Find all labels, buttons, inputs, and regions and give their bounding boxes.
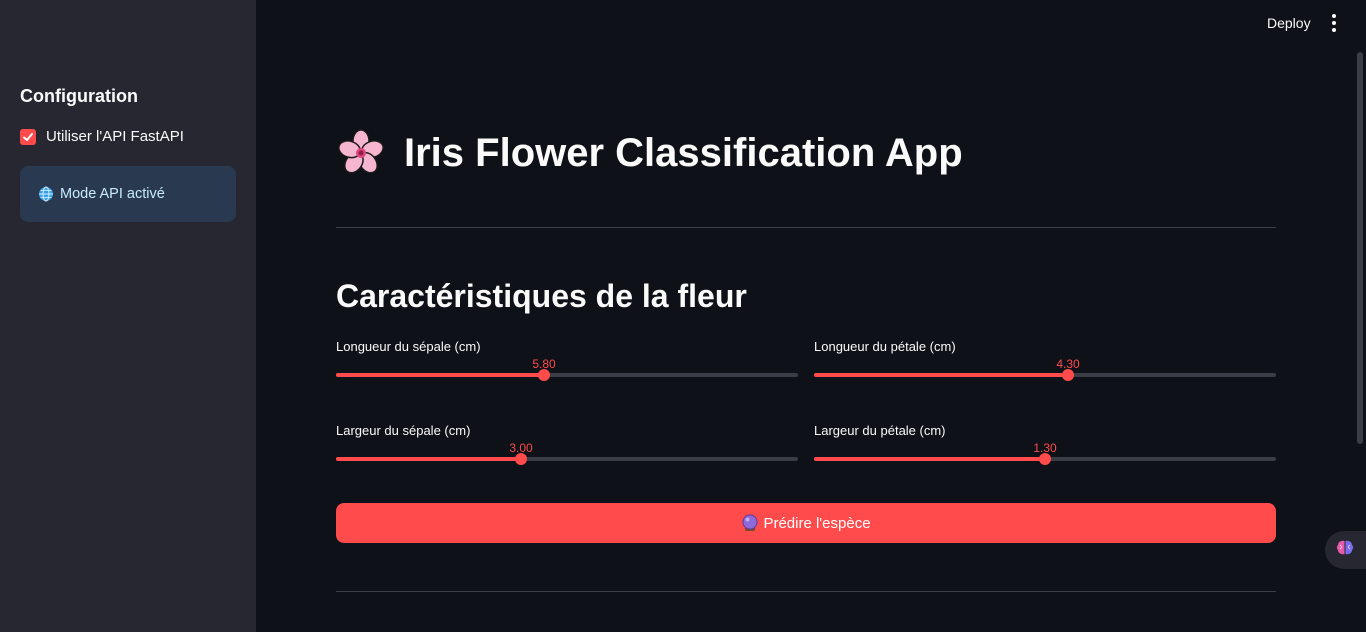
petal-length-slider[interactable]: Longueur du pétale (cm) 4.30 <box>814 339 1276 399</box>
sepal-length-slider[interactable]: Longueur du sépale (cm) 5.80 <box>336 339 798 399</box>
crystal-ball-icon <box>741 514 759 532</box>
slider-track[interactable] <box>336 453 798 465</box>
api-checkbox[interactable] <box>20 128 36 145</box>
more-vertical-icon[interactable] <box>1326 14 1342 32</box>
slider-label: Largeur du sépale (cm) <box>336 423 471 438</box>
slider-fill <box>814 457 1045 461</box>
sidebar: Configuration Utiliser l'API FastAPI Mod… <box>0 0 256 632</box>
sepal-width-slider[interactable]: Largeur du sépale (cm) 3.00 <box>336 423 798 483</box>
brain-icon <box>1335 538 1355 563</box>
petal-width-slider[interactable]: Largeur du pétale (cm) 1.30 <box>814 423 1276 483</box>
slider-fill <box>336 373 544 377</box>
api-checkbox-row[interactable]: Utiliser l'API FastAPI <box>20 128 184 145</box>
predict-button-label[interactable]: Prédire l'espèce <box>763 515 870 532</box>
api-checkbox-label[interactable]: Utiliser l'API FastAPI <box>46 128 184 145</box>
deploy-button[interactable]: Deploy <box>1267 15 1311 31</box>
slider-label: Largeur du pétale (cm) <box>814 423 946 438</box>
api-mode-text: Mode API activé <box>60 186 165 202</box>
sidebar-title: Configuration <box>20 86 138 106</box>
slider-label: Longueur du pétale (cm) <box>814 339 956 354</box>
checkmark-icon <box>23 132 33 141</box>
slider-label: Longueur du sépale (cm) <box>336 339 481 354</box>
slider-track[interactable] <box>814 453 1276 465</box>
divider <box>336 227 1276 228</box>
divider <box>336 591 1276 592</box>
slider-fill <box>814 373 1068 377</box>
cherry-blossom-icon <box>336 128 386 178</box>
predict-button[interactable]: Prédire l'espèce <box>336 503 1276 543</box>
slider-track[interactable] <box>814 369 1276 381</box>
page-title: Iris Flower Classification App <box>336 128 963 178</box>
scrollbar[interactable] <box>1356 52 1364 444</box>
slider-track[interactable] <box>336 369 798 381</box>
slider-fill <box>336 457 521 461</box>
section-title: Caractéristiques de la fleur <box>336 278 747 314</box>
slider-thumb[interactable] <box>538 369 550 381</box>
globe-icon <box>38 186 54 202</box>
scrollbar-thumb[interactable] <box>1357 52 1363 444</box>
page-title-text: Iris Flower Classification App <box>404 130 963 175</box>
slider-thumb[interactable] <box>1039 453 1051 465</box>
slider-thumb[interactable] <box>1062 369 1074 381</box>
slider-thumb[interactable] <box>515 453 527 465</box>
api-mode-info: Mode API activé <box>20 166 236 222</box>
floating-brain-button[interactable] <box>1325 531 1366 569</box>
